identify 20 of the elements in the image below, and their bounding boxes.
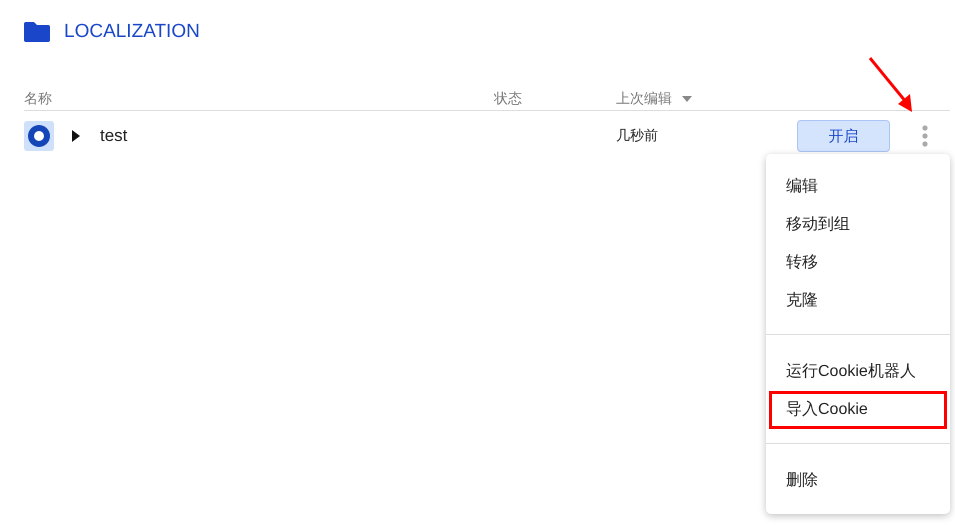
open-button[interactable]: 开启 (797, 120, 890, 152)
column-header[interactable]: 状态 (494, 90, 522, 108)
annotation-arrow (868, 56, 914, 114)
menu-item[interactable]: 克隆 (769, 282, 947, 320)
menu-item[interactable]: 编辑 (769, 168, 947, 206)
menu-item[interactable]: 转移 (769, 244, 947, 282)
profile-logo-icon (24, 121, 54, 151)
profile-name: test (100, 126, 128, 146)
menu-item[interactable]: 运行Cookie机器人 (769, 353, 947, 391)
folder-icon (24, 22, 50, 42)
expand-arrow-icon[interactable] (72, 130, 80, 142)
sort-caret-icon[interactable] (682, 96, 692, 102)
menu-item[interactable]: 导入Cookie (769, 391, 947, 429)
column-header[interactable]: 名称 (24, 90, 52, 108)
more-options-icon[interactable] (922, 125, 928, 147)
column-header[interactable]: 上次编辑 (616, 90, 672, 108)
folder-title: LOCALIZATION (64, 21, 200, 43)
menu-item[interactable]: 删除 (769, 462, 947, 500)
last-edited-text: 几秒前 (616, 127, 658, 145)
menu-item[interactable]: 移动到组 (769, 206, 947, 244)
